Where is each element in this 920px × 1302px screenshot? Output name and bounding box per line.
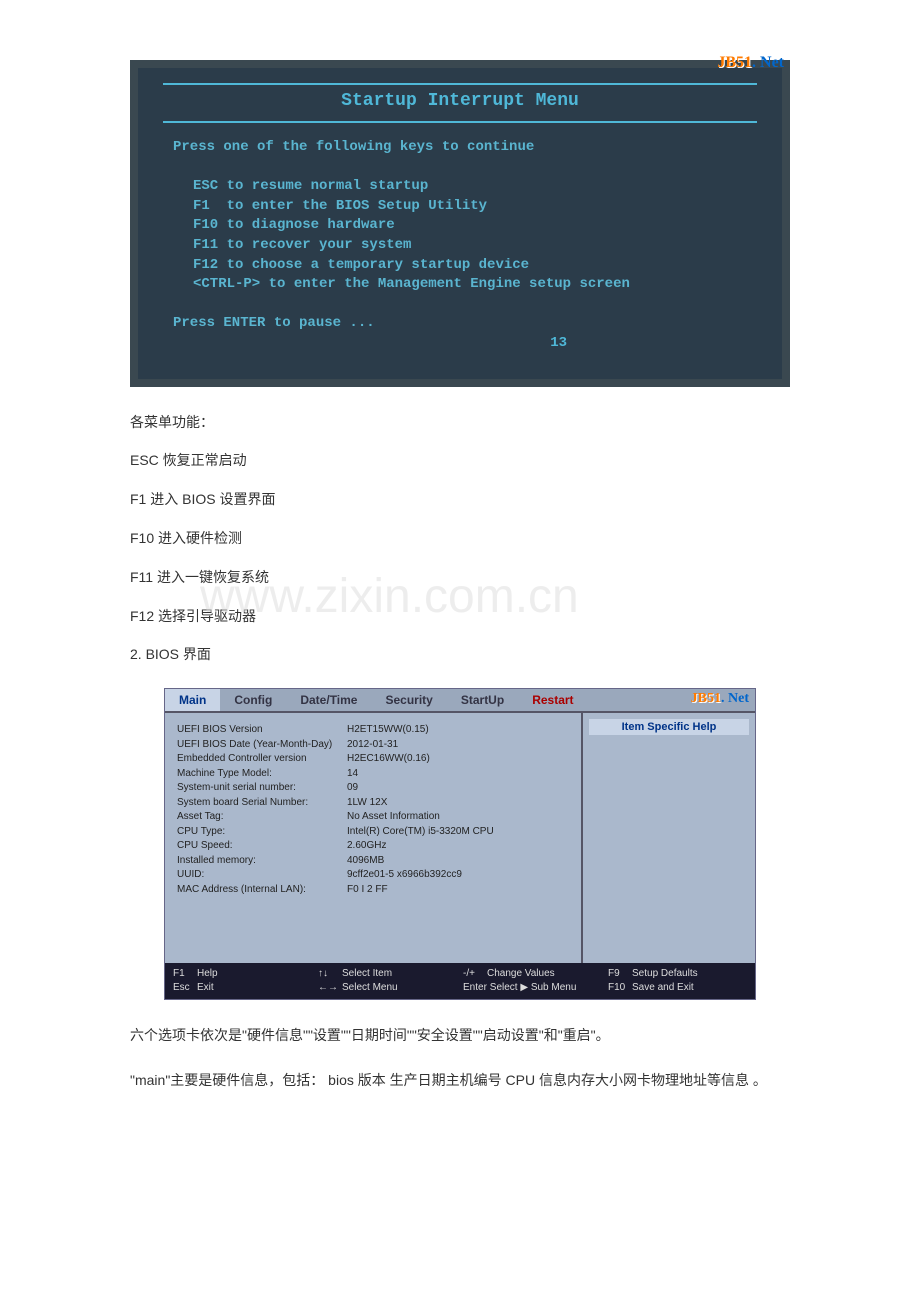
bios-value: Intel(R) Core(TM) i5-3320M CPU [347, 825, 569, 840]
bios-label: Asset Tag: [177, 810, 347, 825]
pause-prompt: Press ENTER to pause ... [173, 314, 747, 334]
bios-value: H2ET15WW(0.15) [347, 723, 569, 738]
bios-info-panel: UEFI BIOS VersionH2ET15WW(0.15) UEFI BIO… [165, 713, 581, 963]
enter-key: Enter [463, 981, 487, 995]
bios-description: 六个选项卡依次是"硬件信息""设置""日期时间""安全设置""启动设置"和"重启… [130, 1020, 790, 1096]
desc-f10: F10 进入硬件检测 [130, 523, 790, 554]
tab-startup[interactable]: StartUp [447, 689, 518, 711]
bios-label: Installed memory: [177, 854, 347, 869]
desc-f1: F1 进入 BIOS 设置界面 [130, 484, 790, 515]
startup-interrupt-screenshot: JB51. Net Startup Interrupt Menu Press o… [130, 60, 790, 387]
arrows-v-icon: ↑↓ [318, 967, 342, 981]
option-f1: F1 to enter the BIOS Setup Utility [193, 197, 747, 217]
arrows-h-icon: ←→ [318, 981, 342, 995]
footer-selectmenu: Select Menu [342, 982, 398, 993]
bios-label: System-unit serial number: [177, 781, 347, 796]
bios-label: UEFI BIOS Version [177, 723, 347, 738]
watermark-brand: JB51 [691, 691, 721, 706]
bios-value: 4096MB [347, 854, 569, 869]
footer-exit: Exit [197, 982, 214, 993]
desc-title: 各菜单功能： [130, 407, 790, 438]
help-title: Item Specific Help [589, 719, 749, 735]
bios-label: Machine Type Model: [177, 767, 347, 782]
tab-datetime[interactable]: Date/Time [286, 689, 371, 711]
desc2-line2: "main"主要是硬件信息，包括： bios 版本 生产日期主机编号 CPU 信… [130, 1065, 790, 1096]
bios-label: MAC Address (Internal LAN): [177, 883, 347, 898]
bios-screenshot: JB51. Net Main Config Date/Time Security… [164, 688, 756, 1000]
timer-value: 13 [173, 334, 747, 354]
tab-restart[interactable]: Restart [518, 689, 587, 711]
bios-value: 2.60GHz [347, 839, 569, 854]
footer-defaults: Setup Defaults [632, 968, 698, 979]
option-f11: F11 to recover your system [193, 236, 747, 256]
bios-value: 1LW 12X [347, 796, 569, 811]
startup-menu-title: Startup Interrupt Menu [163, 83, 757, 123]
bios-value: H2EC16WW(0.16) [347, 752, 569, 767]
tab-config[interactable]: Config [220, 689, 286, 711]
bios-label: Embedded Controller version [177, 752, 347, 767]
tab-security[interactable]: Security [371, 689, 446, 711]
jb51-watermark-2: JB51. Net [691, 691, 749, 707]
option-f12: F12 to choose a temporary startup device [193, 256, 747, 276]
footer-saveexit: Save and Exit [632, 982, 694, 993]
menu-description: 各菜单功能： ESC 恢复正常启动 F1 进入 BIOS 设置界面 F10 进入… [130, 407, 790, 671]
desc-bios-heading: 2. BIOS 界面 [130, 639, 790, 670]
tab-main[interactable]: Main [165, 689, 220, 711]
bios-value: 9cff2e01-5 x6966b392cc9 [347, 868, 569, 883]
footer-submenu: Select ▶ Sub Menu [490, 982, 577, 993]
option-ctrlp: <CTRL-P> to enter the Management Engine … [193, 275, 747, 295]
desc-f12: F12 选择引导驱动器 [130, 601, 790, 632]
bios-label: UUID: [177, 868, 347, 883]
bios-label: UEFI BIOS Date (Year-Month-Day) [177, 738, 347, 753]
bios-tabs: Main Config Date/Time Security StartUp R… [165, 689, 755, 713]
desc2-line1: 六个选项卡依次是"硬件信息""设置""日期时间""安全设置""启动设置"和"重启… [130, 1020, 790, 1051]
option-esc: ESC to resume normal startup [193, 177, 747, 197]
bios-value: F0 I 2 FF [347, 883, 569, 898]
bios-footer: F1Help EscExit ↑↓Select Item ←→Select Me… [165, 963, 755, 999]
bios-value: 14 [347, 767, 569, 782]
bios-label: CPU Speed: [177, 839, 347, 854]
option-f10: F10 to diagnose hardware [193, 216, 747, 236]
bios-value: 09 [347, 781, 569, 796]
bios-value: No Asset Information [347, 810, 569, 825]
footer-selectitem: Select Item [342, 968, 392, 979]
bios-label: CPU Type: [177, 825, 347, 840]
page-watermark: www.zixin.com.cn [200, 544, 579, 650]
startup-prompt: Press one of the following keys to conti… [173, 138, 747, 158]
bios-value: 2012-01-31 [347, 738, 569, 753]
footer-changevalues: Change Values [487, 968, 555, 979]
plusminus-icon: -/+ [463, 967, 487, 981]
watermark-suffix: . Net [721, 691, 749, 706]
bios-label: System board Serial Number: [177, 796, 347, 811]
footer-help: Help [197, 968, 218, 979]
desc-f11: F11 进入一键恢复系统 [130, 562, 790, 593]
bios-help-panel: Item Specific Help [581, 713, 755, 963]
desc-esc: ESC 恢复正常启动 [130, 445, 790, 476]
